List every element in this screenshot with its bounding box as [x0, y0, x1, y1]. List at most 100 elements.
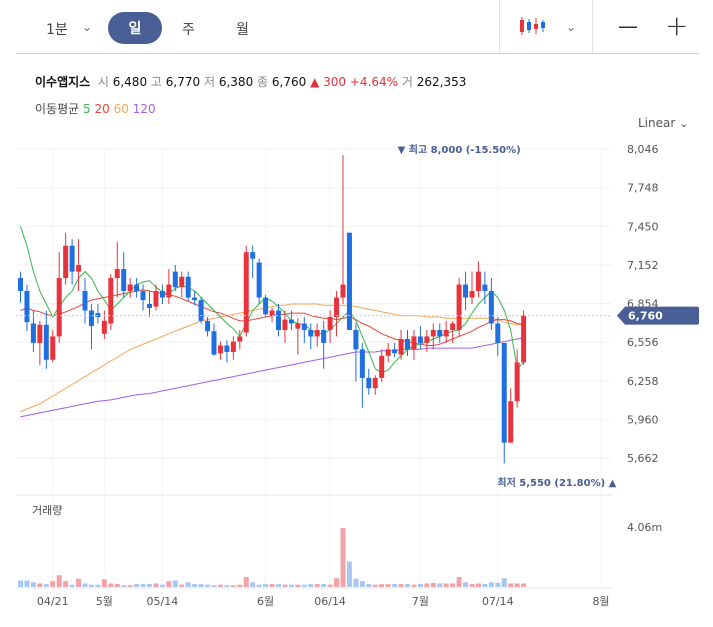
change-value: ▲ 300	[310, 75, 347, 89]
candle-up	[385, 349, 391, 356]
candle-down	[308, 329, 314, 337]
open-label: 시	[97, 75, 109, 89]
x-tick-label: 04/21	[37, 595, 69, 608]
volume-bar	[456, 576, 462, 587]
volume-title: 거래량	[32, 504, 62, 517]
candle-down	[288, 319, 294, 324]
candle-up	[327, 316, 333, 330]
volume-bar	[134, 584, 140, 587]
candle-up	[379, 355, 385, 378]
volume-bar	[185, 582, 191, 587]
volume-bar	[276, 584, 281, 587]
candle-down	[159, 291, 165, 298]
change-percent: +4.64%	[349, 75, 399, 89]
volume-bar	[192, 584, 198, 587]
ma5-line	[20, 226, 524, 374]
scale-mode-select[interactable]: Linear ⌄	[638, 116, 688, 130]
volume-bar	[205, 584, 211, 587]
current-price-label: 6,760	[628, 310, 663, 323]
volume-bar	[359, 581, 365, 587]
candle-down	[405, 339, 410, 350]
tab-month[interactable]: 월	[236, 19, 249, 39]
volume-bar	[43, 584, 49, 587]
volume-label: 거	[401, 75, 413, 89]
candle-down	[366, 377, 372, 389]
candlestick-icon[interactable]	[518, 14, 546, 38]
volume-bar	[88, 584, 94, 587]
volume-bar	[166, 581, 172, 587]
candle-down	[192, 297, 198, 301]
ma60-line	[20, 303, 524, 413]
volume-bar	[437, 583, 443, 587]
volume-bar	[250, 582, 256, 587]
chevron-down-icon: ⌄	[679, 117, 689, 130]
candle-up	[469, 291, 475, 298]
volume-bar	[24, 580, 30, 587]
y-tick-label: 6,854	[627, 298, 659, 311]
zoom-in-button[interactable]: +	[665, 9, 688, 42]
volume-bar	[308, 584, 314, 587]
volume-bar	[18, 580, 23, 587]
candle-down	[224, 345, 230, 352]
candles	[18, 154, 527, 464]
low-value: 6,380	[218, 75, 254, 89]
candle-up	[243, 252, 249, 333]
volume-bar	[82, 583, 88, 587]
tab-week[interactable]: 주	[182, 19, 195, 39]
open-value: 6,480	[112, 75, 148, 89]
volume-bar	[263, 584, 269, 587]
annotations: ▼ 최고 8,000 (-15.50%) 최저 5,550 (21.80%) ▲ 6…	[16, 143, 699, 489]
tab-day[interactable]: 일	[108, 12, 162, 44]
candle-down	[88, 310, 94, 327]
y-tick-label: 7,748	[627, 182, 659, 195]
close-value: 6,760	[271, 75, 307, 89]
volume-bar	[366, 584, 372, 587]
chevron-down-icon[interactable]: ⌄	[82, 20, 92, 34]
candle-up	[456, 284, 462, 330]
volume-bar	[372, 584, 378, 587]
volume-bar	[127, 585, 133, 587]
candle-up	[430, 329, 436, 337]
y-axis: 5,662 5,960 6,258 6,556 6,854 7,152 7,450 7,748…	[627, 143, 659, 465]
ma-20: 20	[94, 102, 110, 116]
volume-bar	[411, 584, 417, 587]
candle-up	[372, 377, 378, 389]
candle-down	[82, 291, 88, 311]
volume-bar	[50, 581, 56, 587]
candle-down	[346, 232, 352, 330]
chart-style-chevron-icon[interactable]: ⌄	[566, 20, 576, 34]
current-price-badge	[617, 306, 699, 325]
min-price-label: 최저 5,550 (21.80%) ▲	[497, 476, 616, 489]
volume-bar	[475, 583, 481, 587]
grid-lines	[16, 148, 612, 588]
candle-down	[353, 329, 359, 350]
y-tick-label: 5,662	[627, 452, 659, 465]
moving-average-legend: 이동평균 5 20 60 120	[35, 100, 156, 117]
volume-bar	[495, 582, 501, 587]
candle-up	[63, 245, 69, 279]
stock-info-bar: 이수앱지스 시 6,480 고 6,770 저 6,380 종 6,760 ▲ …	[35, 73, 466, 90]
candle-down	[437, 329, 443, 337]
volume-bar	[108, 583, 114, 587]
candle-down	[18, 278, 23, 292]
volume-bar	[450, 583, 456, 587]
volume-bar	[346, 561, 352, 587]
candle-up	[217, 345, 223, 354]
low-label: 저	[203, 75, 216, 89]
y-tick-label: 7,450	[627, 220, 659, 233]
candle-down	[263, 297, 269, 315]
candle-down	[140, 291, 146, 301]
zoom-out-button[interactable]: —	[618, 14, 638, 38]
volume-bar	[514, 583, 520, 587]
candle-up	[521, 315, 527, 363]
candle-up	[282, 319, 288, 330]
volume-bar	[430, 582, 436, 587]
close-label: 종	[257, 75, 269, 89]
candle-up	[179, 276, 185, 288]
candle-up	[424, 336, 430, 343]
volume-bar	[385, 584, 391, 587]
y-tick-label: 8,046	[627, 143, 659, 156]
interval-select[interactable]: 1분	[46, 19, 68, 39]
volume-bar	[172, 580, 178, 587]
toolbar-bottom-border	[16, 53, 699, 54]
